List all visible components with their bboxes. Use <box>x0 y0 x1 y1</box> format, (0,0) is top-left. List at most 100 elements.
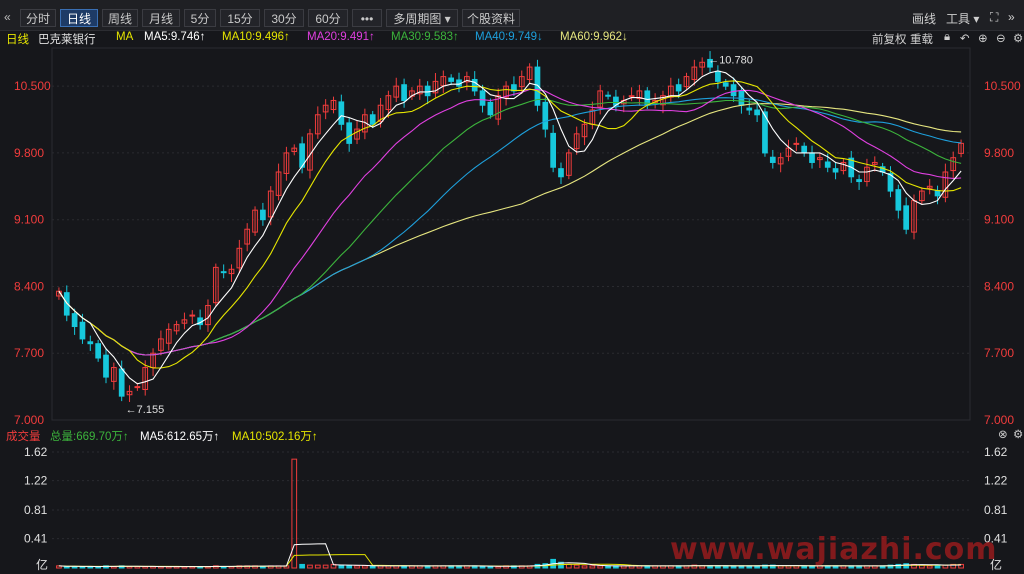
tab-intraday[interactable]: 分时 <box>20 9 56 27</box>
candle-body <box>71 313 78 328</box>
candle-body <box>95 343 102 359</box>
volume-ma10: MA10:502.16万↑ <box>232 431 318 443</box>
ma5-value: MA5:9.746↑ <box>144 31 206 43</box>
candle-body <box>401 84 407 101</box>
candle-body <box>730 84 737 97</box>
candle-body <box>189 314 196 317</box>
volume-bar <box>362 565 368 569</box>
price-axis-label: 7.000 <box>984 413 1014 426</box>
price-axis-label: 10.500 <box>984 79 1021 93</box>
candle-body <box>675 84 682 92</box>
price-axis-label: 9.100 <box>14 213 44 227</box>
fullscreen-icon[interactable]: ⛶ <box>990 10 998 25</box>
price-axis-label: 7.700 <box>984 346 1014 360</box>
candle-body <box>220 271 227 274</box>
volume-axis-label: 1.22 <box>24 474 48 488</box>
volume-bar <box>589 565 596 569</box>
tab-monthly[interactable]: 月线 <box>142 9 180 27</box>
candle-body <box>558 168 564 178</box>
volume-bar <box>565 563 572 569</box>
volume-bar <box>291 458 298 569</box>
volume-axis-label: 0.81 <box>984 503 1008 517</box>
ma5-line <box>58 70 962 385</box>
tab-30min[interactable]: 30分 <box>264 9 304 27</box>
ma-legend-bar: 日线 巴克莱银行 MA MA5:9.746↑ MA10:9.496↑ MA20:… <box>0 30 1024 46</box>
candle-body <box>542 101 549 130</box>
candle-body <box>479 90 486 106</box>
tab-daily[interactable]: 日线 <box>60 9 98 27</box>
price-axis-label: 10.500 <box>14 79 51 93</box>
tab-5min[interactable]: 5分 <box>184 9 216 27</box>
candle-body <box>605 94 611 97</box>
candle-body <box>769 156 776 163</box>
candle-body <box>824 161 831 168</box>
collapse-icon[interactable]: » <box>1008 10 1015 24</box>
candle-body <box>487 101 494 116</box>
candle-body <box>934 190 941 197</box>
volume-bar <box>299 563 305 569</box>
zoom-out-icon[interactable]: ⊖ <box>996 31 1006 45</box>
volume-bar <box>354 565 360 569</box>
zoom-in-icon[interactable]: ⊕ <box>978 31 988 45</box>
back-icon[interactable]: « <box>4 10 11 24</box>
candle-body <box>746 107 753 111</box>
overlay-button[interactable]: 重载 <box>910 31 933 47</box>
price-axis-label: 9.800 <box>14 146 44 160</box>
candle-body <box>103 354 109 378</box>
candle-body <box>448 77 455 82</box>
more-button[interactable]: ••• <box>352 9 382 27</box>
candle-body <box>369 114 376 125</box>
price-axis-label: 8.400 <box>984 279 1014 293</box>
candle-body <box>338 101 345 125</box>
multi-period-dropdown[interactable]: 多周期图 ▾ <box>386 9 458 27</box>
adjust-button[interactable]: 前复权 <box>872 31 907 47</box>
ma20-value: MA20:9.491↑ <box>307 31 375 43</box>
volume-axis-label: 1.62 <box>984 445 1008 459</box>
volume-bar <box>581 565 588 569</box>
candle-body <box>715 70 721 82</box>
tab-15min[interactable]: 15分 <box>220 9 260 27</box>
volume-bar <box>346 565 353 569</box>
volume-unit-label: 亿 <box>36 557 48 572</box>
candle-body <box>346 122 353 144</box>
stock-info-button[interactable]: 个股资料 <box>462 9 520 27</box>
volume-settings-icon[interactable]: ⚙ <box>1013 427 1023 441</box>
candle-body <box>79 321 86 340</box>
price-axis-label: 8.400 <box>14 279 44 293</box>
tools-dropdown[interactable]: 工具 ▾ <box>946 10 979 27</box>
watermark: www.wajiazhi.com <box>670 532 998 567</box>
low-annotation: ←7.155 <box>126 404 165 416</box>
volume-axis-label: 1.22 <box>984 474 1008 488</box>
top-toolbar: « 分时 日线 周线 月线 5分 15分 30分 60分 ••• 多周期图 ▾ … <box>0 0 1024 31</box>
close-icon[interactable]: ⊗ <box>998 427 1008 441</box>
volume-ma5: MA5:612.65万↑ <box>140 431 220 443</box>
candle-body <box>628 95 635 98</box>
undo-icon[interactable]: ↶ <box>960 31 970 45</box>
tab-60min[interactable]: 60分 <box>308 9 348 27</box>
lock-icon[interactable]: 🔒︎ <box>944 31 950 44</box>
candle-body <box>856 179 862 183</box>
candle-body <box>118 368 125 397</box>
candle-body <box>550 132 556 168</box>
draw-line-button[interactable]: 画线 <box>912 10 936 27</box>
settings-icon[interactable]: ⚙ <box>1013 31 1023 45</box>
candle-body <box>260 209 266 221</box>
volume-bar <box>322 564 329 569</box>
volume-bar <box>573 564 580 569</box>
ma60-line <box>58 103 962 356</box>
candle-body <box>832 168 839 173</box>
volume-bar <box>487 566 494 569</box>
ma40-value: MA40:9.749↓ <box>475 31 543 43</box>
candle-body <box>754 109 760 116</box>
price-axis-label: 9.100 <box>984 213 1014 227</box>
candle-body <box>903 205 910 230</box>
candle-body <box>134 386 141 389</box>
candle-body <box>801 145 808 154</box>
price-chart[interactable]: 10.500 9.800 9.100 8.400 7.700 7.000 10.500 9.… <box>0 46 1024 426</box>
volume-axis-label: 1.62 <box>24 445 48 459</box>
ma10-value: MA10:9.496↑ <box>222 31 290 43</box>
candle-body <box>793 142 800 145</box>
tab-weekly[interactable]: 周线 <box>102 9 138 27</box>
price-axis-label: 7.000 <box>14 413 44 426</box>
volume-bar <box>314 564 321 569</box>
